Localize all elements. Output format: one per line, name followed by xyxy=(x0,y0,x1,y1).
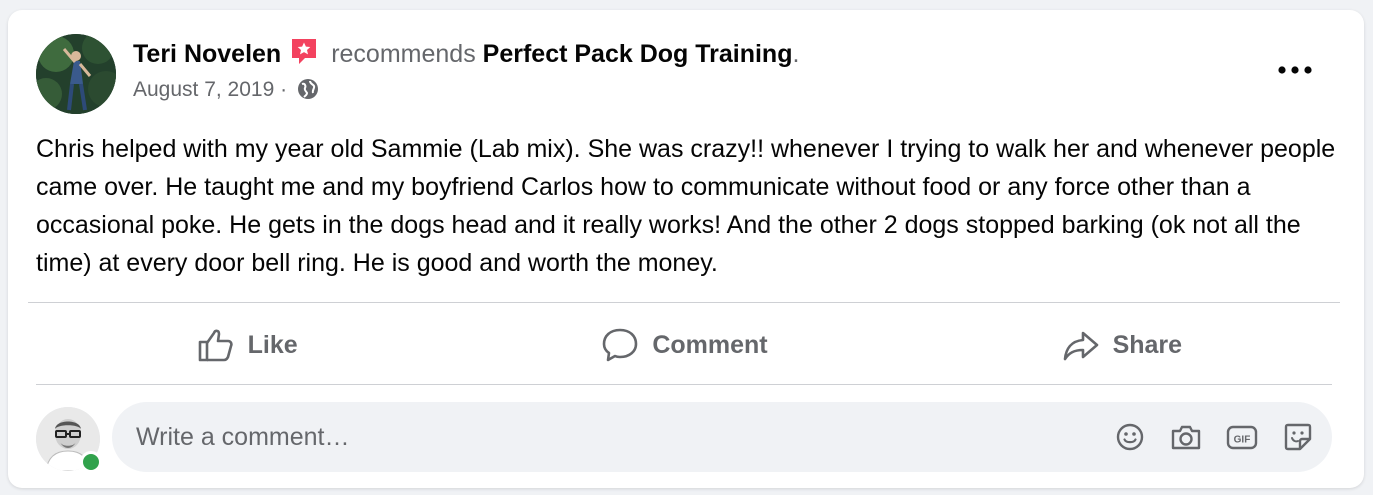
online-status-dot xyxy=(80,451,102,473)
post-text: Chris helped with my year old Sammie (La… xyxy=(36,135,1336,277)
svg-text:GIF: GIF xyxy=(1234,435,1251,446)
comment-label: Comment xyxy=(652,330,768,359)
page-name-suffix: . xyxy=(792,40,800,68)
sticker-icon[interactable] xyxy=(1282,421,1314,453)
comment-tools: GIF xyxy=(1114,421,1314,453)
post-actions: Like Comment Share xyxy=(28,310,1340,380)
globe-icon[interactable] xyxy=(297,78,319,108)
emoji-icon[interactable] xyxy=(1114,421,1146,453)
post-date[interactable]: August 7, 2019 xyxy=(133,78,274,101)
recommend-star-icon xyxy=(289,36,319,74)
comment-placeholder: Write a comment… xyxy=(136,423,350,451)
post-header: Teri Novelen recommends Perfect Pack Dog … xyxy=(133,36,799,74)
share-button[interactable]: Share xyxy=(903,310,1340,380)
post-card: Teri Novelen recommends Perfect Pack Dog … xyxy=(8,10,1364,488)
comment-input[interactable]: Write a comment… GIF xyxy=(112,402,1332,472)
meta-separator: · xyxy=(274,78,293,101)
like-label: Like xyxy=(247,330,298,359)
more-horizontal-icon xyxy=(1278,66,1312,74)
like-button[interactable]: Like xyxy=(28,310,465,380)
recommended-page-link[interactable]: Perfect Pack Dog Training xyxy=(483,40,793,68)
author-name[interactable]: Teri Novelen xyxy=(133,40,281,68)
camera-icon[interactable] xyxy=(1170,421,1202,453)
divider xyxy=(36,384,1332,385)
share-arrow-icon xyxy=(1063,331,1098,361)
post-meta: August 7, 2019 · xyxy=(133,76,319,108)
share-label: Share xyxy=(1112,330,1183,359)
comment-button[interactable]: Comment xyxy=(465,310,902,380)
gif-icon[interactable]: GIF xyxy=(1226,421,1258,453)
author-avatar[interactable] xyxy=(36,34,116,114)
comment-bubble-icon xyxy=(603,328,638,362)
thumbs-up-icon xyxy=(198,329,233,362)
divider xyxy=(28,302,1340,303)
recommends-text: recommends xyxy=(331,40,476,68)
more-options-button[interactable] xyxy=(1270,50,1320,90)
